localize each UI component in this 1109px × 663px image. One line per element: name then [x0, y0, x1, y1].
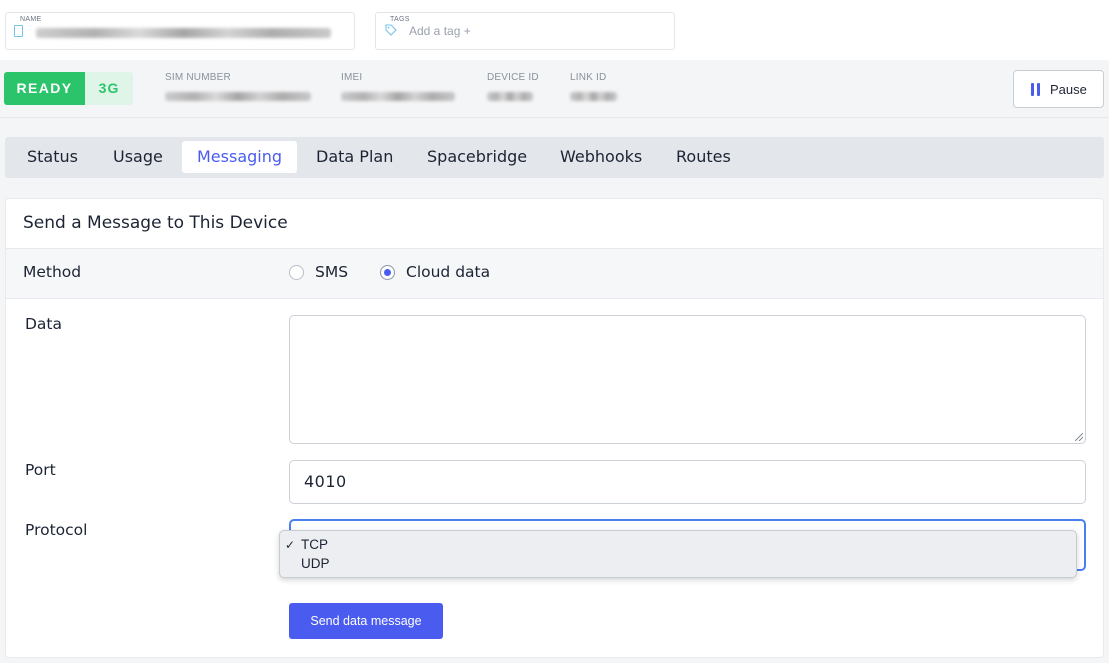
device-tabs: Status Usage Messaging Data Plan Spacebr…: [5, 137, 1104, 178]
tags-field[interactable]: TAGS Add a tag +: [375, 12, 675, 50]
pause-button-label: Pause: [1050, 82, 1087, 97]
send-message-panel: Send a Message to This Device Method SMS…: [5, 198, 1104, 658]
name-field[interactable]: NAME: [5, 12, 355, 50]
pause-button[interactable]: Pause: [1013, 70, 1104, 108]
sms-radio-label[interactable]: SMS: [315, 263, 348, 281]
method-row: Method SMS Cloud data: [6, 248, 1103, 299]
method-label: Method: [23, 263, 82, 281]
tab-usage[interactable]: Usage: [98, 141, 178, 173]
tab-data-plan[interactable]: Data Plan: [301, 141, 408, 173]
device-status-bar: READY 3G SIM NUMBER IMEI DEVICE ID LINK …: [0, 60, 1109, 118]
imei-label: IMEI: [341, 72, 363, 83]
protocol-option-tcp[interactable]: TCP: [301, 537, 328, 552]
sim-number-label: SIM NUMBER: [165, 72, 231, 83]
link-id-label: LINK ID: [570, 72, 607, 83]
tab-webhooks[interactable]: Webhooks: [545, 141, 657, 173]
tab-spacebridge[interactable]: Spacebridge: [412, 141, 542, 173]
tag-icon: [385, 24, 397, 36]
tags-placeholder[interactable]: Add a tag +: [409, 24, 471, 38]
data-label: Data: [25, 315, 63, 333]
link-id-value: [570, 92, 617, 101]
resize-grip-icon[interactable]: [1075, 433, 1083, 441]
protocol-label: Protocol: [25, 521, 88, 539]
imei-meta: IMEI: [341, 72, 455, 101]
tags-field-label: TAGS: [390, 16, 410, 23]
device-name-value: [36, 28, 331, 38]
document-icon: [14, 25, 23, 37]
checkmark-icon: ✓: [285, 538, 296, 552]
tab-routes[interactable]: Routes: [661, 141, 746, 173]
port-input[interactable]: 4010: [289, 460, 1086, 504]
pause-icon: [1031, 83, 1040, 96]
protocol-dropdown-menu: ✓ TCP UDP: [279, 530, 1077, 578]
device-id-label: DEVICE ID: [487, 72, 539, 83]
ready-status-badge: READY: [4, 72, 85, 105]
tab-messaging[interactable]: Messaging: [182, 141, 298, 173]
send-data-message-button[interactable]: Send data message: [289, 603, 443, 639]
network-badge: 3G: [85, 72, 133, 105]
device-id-value: [487, 92, 533, 101]
sms-radio[interactable]: [289, 265, 304, 280]
panel-title: Send a Message to This Device: [23, 213, 288, 233]
port-label: Port: [25, 461, 56, 479]
cloud-data-radio-label[interactable]: Cloud data: [406, 263, 490, 281]
device-header: NAME TAGS Add a tag +: [0, 0, 1109, 60]
cloud-data-radio[interactable]: [380, 265, 395, 280]
link-id-meta: LINK ID: [570, 72, 617, 101]
device-id-meta: DEVICE ID: [487, 72, 539, 101]
sim-number-meta: SIM NUMBER: [165, 72, 311, 101]
imei-value: [341, 92, 455, 101]
tab-status[interactable]: Status: [12, 141, 93, 173]
name-field-label: NAME: [20, 16, 42, 23]
protocol-option-udp[interactable]: UDP: [301, 556, 330, 571]
sim-number-value: [165, 92, 311, 101]
data-textarea[interactable]: [289, 315, 1086, 444]
